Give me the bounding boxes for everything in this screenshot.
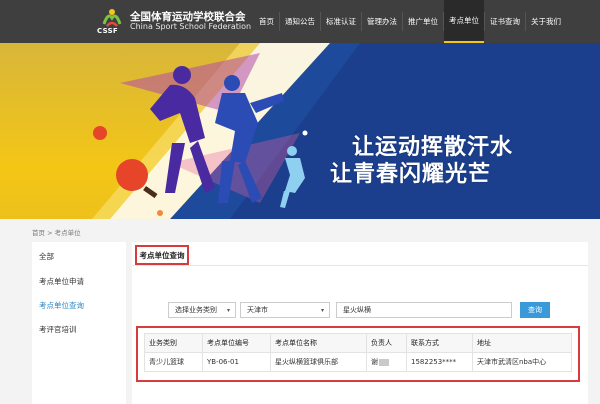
main-nav: 首页 通知公告 标准认证 管理办法 推广单位 考点单位 证书查询 关于我们	[254, 0, 566, 43]
chevron-down-icon: ▾	[320, 307, 324, 314]
cell-address: 天津市武清区nba中心	[472, 352, 572, 372]
nav-notices[interactable]: 通知公告	[280, 0, 320, 43]
org-name-en: China Sport School Federation	[130, 22, 252, 31]
sidebar-item-apply[interactable]: 考点单位申请	[39, 276, 84, 287]
nav-exam-sites[interactable]: 考点单位	[444, 0, 484, 43]
nav-home[interactable]: 首页	[254, 0, 279, 43]
logo-text: CSSF	[97, 27, 119, 35]
sidebar-item-all[interactable]: 全部	[39, 251, 54, 262]
nav-management[interactable]: 管理办法	[362, 0, 402, 43]
panel-title: 考点单位查询	[135, 245, 189, 265]
query-panel: 考点单位查询 选择业务类别 ▾ 天津市 ▾ 星火纵横 查询 业务类别 考点单位编…	[132, 242, 588, 404]
query-button[interactable]: 查询	[520, 302, 550, 318]
city-select[interactable]: 天津市 ▾	[240, 302, 330, 318]
sidebar: 全部 考点单位申请 考点单位查询 考评官培训	[32, 242, 126, 404]
category-select-value: 选择业务类别	[175, 306, 217, 314]
col-header-address: 地址	[472, 333, 572, 353]
keyword-input[interactable]: 星火纵横	[336, 302, 512, 318]
hero-banner: 让运动挥散汗水 让青春闪耀光芒	[0, 43, 600, 219]
result-highlight-box: 业务类别 考点单位编号 考点单位名称 负责人 联系方式 地址 青少儿篮球 YB-…	[136, 326, 580, 382]
col-header-contact-person: 负责人	[366, 333, 407, 353]
nav-promotion-units[interactable]: 推广单位	[403, 0, 443, 43]
table-header-row: 业务类别 考点单位编号 考点单位名称 负责人 联系方式 地址	[144, 333, 572, 353]
cell-site-name: 星火纵横篮球俱乐部	[270, 352, 367, 372]
cell-contact-person: 谢	[366, 352, 407, 372]
cell-category: 青少儿篮球	[144, 352, 203, 372]
cell-phone: 1582253****	[406, 352, 473, 372]
sidebar-item-examiner-training[interactable]: 考评官培训	[39, 324, 77, 335]
col-header-category: 业务类别	[144, 333, 203, 353]
table-row[interactable]: 青少儿篮球 YB-06-01 星火纵横篮球俱乐部 谢 1582253**** 天…	[144, 352, 572, 372]
sidebar-item-query[interactable]: 考点单位查询	[39, 300, 84, 311]
site-header: CSSF 全国体育运动学校联合会 China Sport School Fede…	[0, 0, 600, 43]
banner-slogan-line2: 让青春闪耀光芒	[330, 162, 492, 187]
nav-certification[interactable]: 标准认证	[321, 0, 361, 43]
result-table: 业务类别 考点单位编号 考点单位名称 负责人 联系方式 地址 青少儿篮球 YB-…	[144, 333, 572, 372]
col-header-site-name: 考点单位名称	[270, 333, 367, 353]
content-area: 首页 > 考点单位 全部 考点单位申请 考点单位查询 考评官培训 考点单位查询 …	[0, 219, 600, 404]
nav-about[interactable]: 关于我们	[526, 0, 566, 43]
col-header-phone: 联系方式	[406, 333, 473, 353]
contact-person-name: 谢	[371, 358, 378, 366]
panel-divider	[132, 265, 588, 266]
col-header-site-code: 考点单位编号	[202, 333, 271, 353]
keyword-input-value: 星火纵横	[343, 306, 371, 314]
redacted-mask	[379, 358, 389, 366]
category-select[interactable]: 选择业务类别 ▾	[168, 302, 236, 318]
nav-certificate-query[interactable]: 证书查询	[485, 0, 525, 43]
cell-site-code: YB-06-01	[202, 352, 271, 372]
city-select-value: 天津市	[247, 306, 268, 314]
chevron-down-icon: ▾	[226, 307, 230, 314]
breadcrumb[interactable]: 首页 > 考点单位	[32, 227, 81, 237]
page: CSSF 全国体育运动学校联合会 China Sport School Fede…	[0, 0, 600, 404]
